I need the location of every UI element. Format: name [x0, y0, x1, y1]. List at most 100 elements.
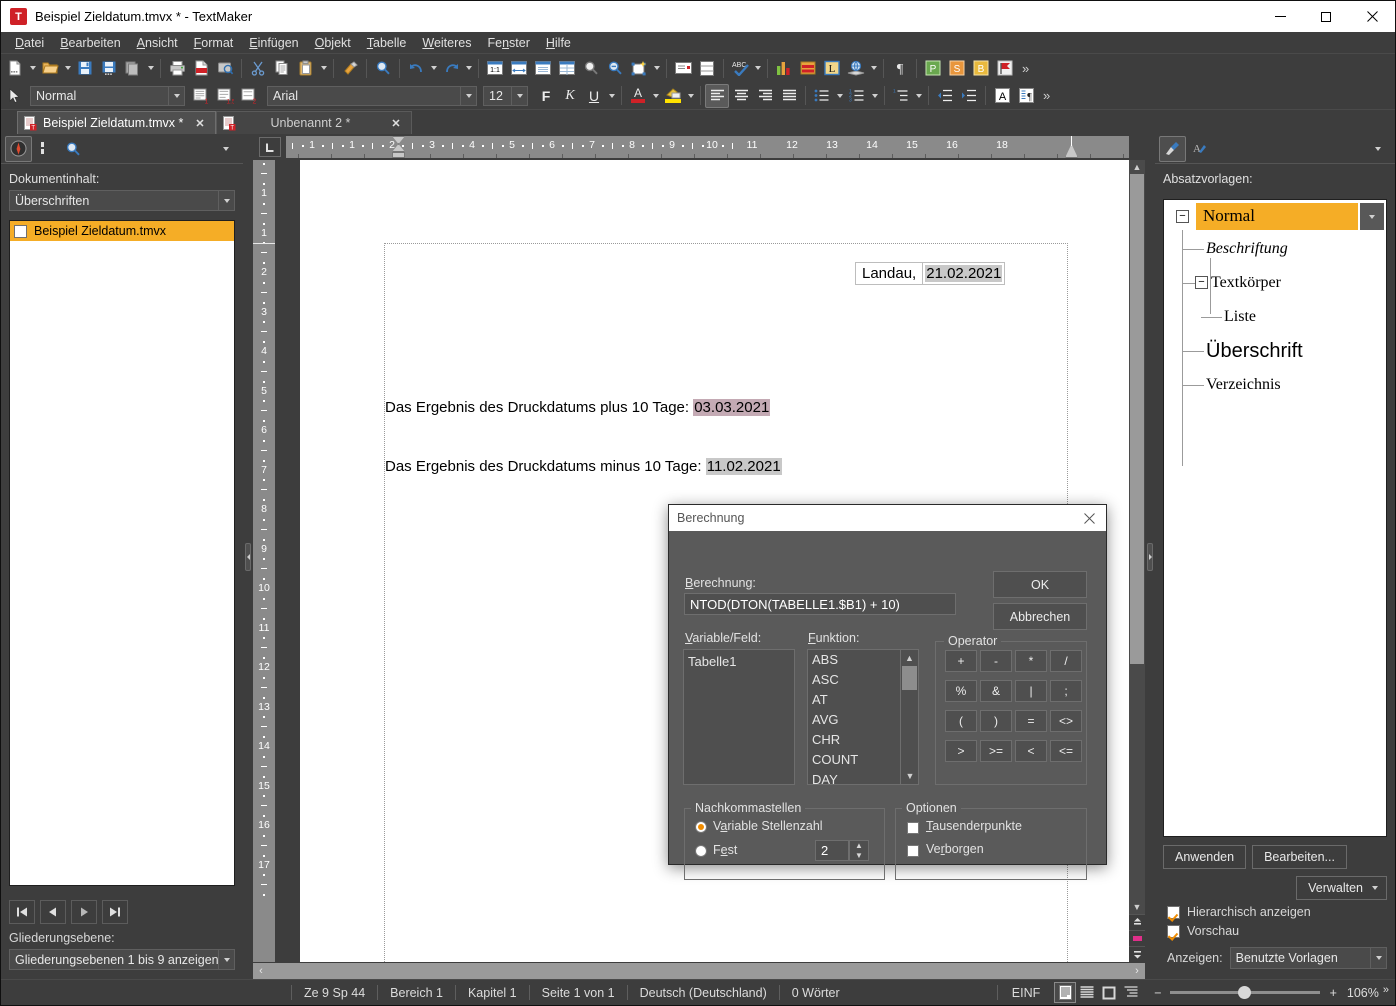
search-button[interactable]	[371, 56, 395, 80]
chevron-down-icon[interactable]	[218, 191, 234, 210]
left-indent-marker[interactable]	[392, 152, 405, 158]
styles-menu-button[interactable]	[1364, 136, 1391, 162]
function-scroll-up-button[interactable]: ▲	[901, 650, 918, 666]
highlight-button[interactable]	[661, 84, 685, 108]
new-document-dropdown[interactable]	[27, 56, 38, 80]
ok-button[interactable]: OK	[993, 571, 1087, 598]
panel-menu-button[interactable]	[212, 136, 239, 162]
status-insert-mode[interactable]: EINF	[998, 986, 1054, 1000]
bibliography-button[interactable]	[796, 56, 820, 80]
zoom-whole-page-button[interactable]	[531, 56, 555, 80]
decimals-spin-up[interactable]: ▲	[850, 841, 868, 851]
splitter-grip[interactable]	[245, 542, 251, 571]
paragraph-styles-button[interactable]	[1159, 135, 1186, 162]
function-list[interactable]: ABS ASC AT AVG CHR COUNT DAY DTON IF ▲ ▼	[807, 649, 919, 785]
next-object-button[interactable]	[1129, 946, 1145, 962]
chevron-down-icon[interactable]	[218, 950, 234, 969]
main-toolbar-overflow[interactable]: »	[1017, 61, 1034, 76]
zoom-two-pages-button[interactable]	[555, 56, 579, 80]
apply-style-button[interactable]: Anwenden	[1163, 845, 1247, 869]
cut-button[interactable]	[246, 56, 270, 80]
zoom-page-width-button[interactable]	[507, 56, 531, 80]
highlight-dropdown[interactable]	[685, 84, 696, 108]
menu-ansicht[interactable]: Ansicht	[129, 34, 186, 52]
redo-button[interactable]	[439, 56, 463, 80]
thousands-checkbox[interactable]	[907, 822, 919, 834]
op-equals[interactable]: =	[1015, 710, 1047, 732]
radio-variable-decimals[interactable]	[695, 821, 707, 833]
chevron-down-icon[interactable]	[460, 86, 476, 105]
decimals-spinner[interactable]: ▲ ▼	[849, 840, 869, 861]
web-dropdown[interactable]	[868, 56, 879, 80]
expander-normal[interactable]: −	[1176, 210, 1189, 223]
table-cell-city[interactable]: Landau,	[856, 263, 924, 284]
hierarchical-checkbox-row[interactable]: Hierarchisch anzeigen	[1155, 900, 1395, 919]
scroll-right-button[interactable]: ›	[1129, 962, 1145, 979]
chevron-down-icon[interactable]	[1370, 948, 1386, 968]
vertical-ruler[interactable]: 1 1 2 3 4 5 6 7 8 9 10 11 12 13 14 15 16 17	[253, 160, 275, 962]
chart-button[interactable]	[772, 56, 796, 80]
style-dropdown-button[interactable]	[1360, 203, 1384, 230]
align-justify-button[interactable]	[777, 84, 801, 108]
op-divide[interactable]: /	[1050, 650, 1082, 672]
cancel-button[interactable]: Abbrechen	[993, 603, 1087, 630]
new-object-dropdown[interactable]	[651, 56, 662, 80]
zoom-slider-knob[interactable]	[1237, 986, 1251, 999]
zoom-100-button[interactable]: 1:1	[483, 56, 507, 80]
style-row-normal[interactable]: − Normal	[1164, 200, 1386, 232]
bold-button[interactable]: F	[534, 84, 558, 108]
view-draft-button[interactable]	[1076, 982, 1098, 1003]
print-preview-button[interactable]	[213, 56, 237, 80]
format-toolbar-overflow[interactable]: »	[1038, 88, 1055, 103]
document-content-list[interactable]: Beispiel Zieldatum.tmvx	[9, 220, 235, 886]
op-plus[interactable]: +	[945, 650, 977, 672]
open-dropdown[interactable]	[62, 56, 73, 80]
chevron-down-icon[interactable]	[168, 86, 184, 105]
show-formatting-button[interactable]: ¶	[888, 56, 912, 80]
menu-format[interactable]: Format	[186, 34, 242, 52]
style-row-ueberschrift[interactable]: Überschrift	[1164, 334, 1386, 368]
underline-dropdown[interactable]	[606, 84, 617, 108]
splitter-grip[interactable]	[1147, 542, 1153, 571]
op-greater-equal[interactable]: >=	[980, 740, 1012, 762]
menu-einfuegen[interactable]: Einfügen	[241, 34, 306, 52]
vertical-scrollbar[interactable]: ▲ ▼	[1129, 160, 1145, 962]
zoom-in-button[interactable]: +	[1320, 986, 1347, 1000]
align-left-button[interactable]	[705, 83, 729, 108]
menu-datei[interactable]: Datei	[7, 34, 52, 52]
scroll-down-button[interactable]: ▼	[1129, 900, 1145, 914]
vertical-scroll-thumb[interactable]	[1130, 174, 1144, 664]
nav-prev-button[interactable]	[40, 900, 66, 924]
horizontal-ruler[interactable]: 1 1 2 3 4 5 6 7 8 9 10 11 12 13 14 15 16 18	[286, 136, 1129, 158]
vertical-scroll-track[interactable]	[1129, 174, 1145, 900]
op-less[interactable]: <	[1015, 740, 1047, 762]
nav-next-button[interactable]	[71, 900, 97, 924]
insert-table-button[interactable]	[695, 56, 719, 80]
function-scroll-down-button[interactable]: ▼	[901, 768, 918, 784]
op-semicolon[interactable]: ;	[1050, 680, 1082, 702]
new-object-button[interactable]	[627, 56, 651, 80]
zoom-level[interactable]: 106%	[1347, 986, 1383, 1000]
hidden-checkbox[interactable]	[907, 845, 919, 857]
zoom-out-button[interactable]	[603, 56, 627, 80]
op-not-equals[interactable]: <>	[1050, 710, 1082, 732]
search-panel-button[interactable]	[59, 136, 86, 162]
left-splitter[interactable]	[243, 134, 253, 979]
new-document-button[interactable]	[3, 56, 27, 80]
op-paren-close[interactable]: )	[980, 710, 1012, 732]
presentations-button[interactable]: P	[921, 56, 945, 80]
font-color-dropdown[interactable]	[650, 84, 661, 108]
open-button[interactable]	[38, 56, 62, 80]
view-outline-button[interactable]	[1120, 982, 1142, 1003]
italic-button[interactable]: K	[558, 84, 582, 108]
scroll-up-button[interactable]: ▲	[1129, 160, 1145, 174]
op-percent[interactable]: %	[945, 680, 977, 702]
copy-button[interactable]	[270, 56, 294, 80]
paste-dropdown[interactable]	[318, 56, 329, 80]
zoom-in-button[interactable]	[579, 56, 603, 80]
spellcheck-dropdown[interactable]	[752, 56, 763, 80]
style-row-verzeichnis[interactable]: Verzeichnis	[1164, 368, 1386, 402]
scroll-left-button[interactable]: ‹	[253, 962, 269, 979]
minimize-button[interactable]	[1257, 1, 1303, 32]
font-color-button[interactable]: A	[626, 84, 650, 108]
